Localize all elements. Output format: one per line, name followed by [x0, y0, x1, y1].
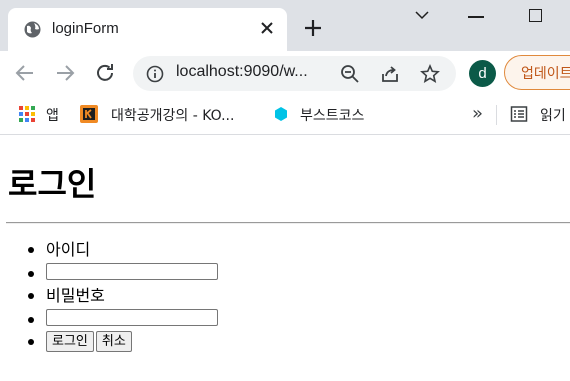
- reading-list-label: 읽기: [540, 108, 566, 124]
- list-item: 로그인 취소: [0, 331, 218, 353]
- bullet: [28, 271, 34, 277]
- chevron-down-icon[interactable]: [412, 8, 432, 24]
- bookmarks-more-button[interactable]: »: [472, 103, 483, 124]
- login-button[interactable]: 로그인: [46, 331, 94, 352]
- kocw-icon: [80, 105, 98, 123]
- maximize-icon[interactable]: [529, 9, 542, 22]
- globe-icon: [24, 21, 41, 38]
- bullet: [28, 317, 34, 323]
- back-icon[interactable]: [13, 61, 37, 85]
- apps-grid-icon: [19, 106, 35, 122]
- browser-tab[interactable]: loginForm: [8, 8, 287, 51]
- toolbar: localhost:9090/w... d 업데이트: [0, 51, 570, 96]
- bookmarks-bar: 앱 대학공개강의 - KO... 부스트코스 » 읽기: [0, 96, 570, 135]
- boostcourse-icon: [275, 107, 287, 121]
- zoom-icon[interactable]: [340, 64, 360, 84]
- reload-icon[interactable]: [93, 61, 117, 85]
- bookmark-label: 부스트코스: [300, 108, 365, 124]
- url-text[interactable]: localhost:9090/w...: [176, 63, 308, 81]
- minimize-icon[interactable]: [468, 16, 484, 18]
- horizontal-rule: [6, 222, 570, 224]
- tab-title: loginForm: [52, 20, 119, 37]
- tab-strip: loginForm: [0, 0, 570, 51]
- close-icon[interactable]: [258, 19, 276, 37]
- info-icon[interactable]: [146, 65, 164, 83]
- id-label: 아이디: [46, 240, 91, 259]
- update-button[interactable]: 업데이트: [504, 55, 570, 90]
- address-bar[interactable]: localhost:9090/w...: [133, 56, 456, 91]
- update-button-label: 업데이트: [521, 66, 570, 82]
- cancel-button[interactable]: 취소: [95, 331, 132, 352]
- bullet: [28, 339, 34, 345]
- new-tab-icon[interactable]: [303, 18, 323, 38]
- bookmark-label: 대학공개강의 - KO...: [111, 108, 235, 124]
- profile-avatar[interactable]: d: [469, 60, 496, 87]
- reading-list-icon: [510, 106, 528, 122]
- reading-list-button[interactable]: 읽기: [510, 96, 570, 134]
- password-input[interactable]: [46, 309, 218, 326]
- bookmark-apps[interactable]: 앱: [18, 96, 68, 134]
- list-item: 아이디: [0, 239, 218, 261]
- star-icon[interactable]: [420, 64, 440, 84]
- login-form-list: 아이디 비밀번호 로그인 취소: [0, 239, 218, 353]
- bullet: [28, 293, 34, 299]
- bullet: [28, 247, 34, 253]
- bookmark-label: 앱: [46, 108, 59, 124]
- page-content: 로그인 아이디 비밀번호 로그인 취소: [0, 135, 570, 381]
- bookmark-kocw[interactable]: 대학공개강의 - KO...: [80, 96, 255, 134]
- list-item: [0, 263, 218, 285]
- id-input[interactable]: [46, 263, 218, 280]
- divider: [496, 105, 497, 125]
- forward-icon[interactable]: [53, 61, 77, 85]
- password-label: 비밀번호: [46, 286, 105, 305]
- bookmark-boostcourse[interactable]: 부스트코스: [272, 96, 382, 134]
- share-icon[interactable]: [380, 64, 400, 84]
- list-item: [0, 309, 218, 331]
- page-title: 로그인: [8, 165, 97, 203]
- list-item: 비밀번호: [0, 285, 218, 307]
